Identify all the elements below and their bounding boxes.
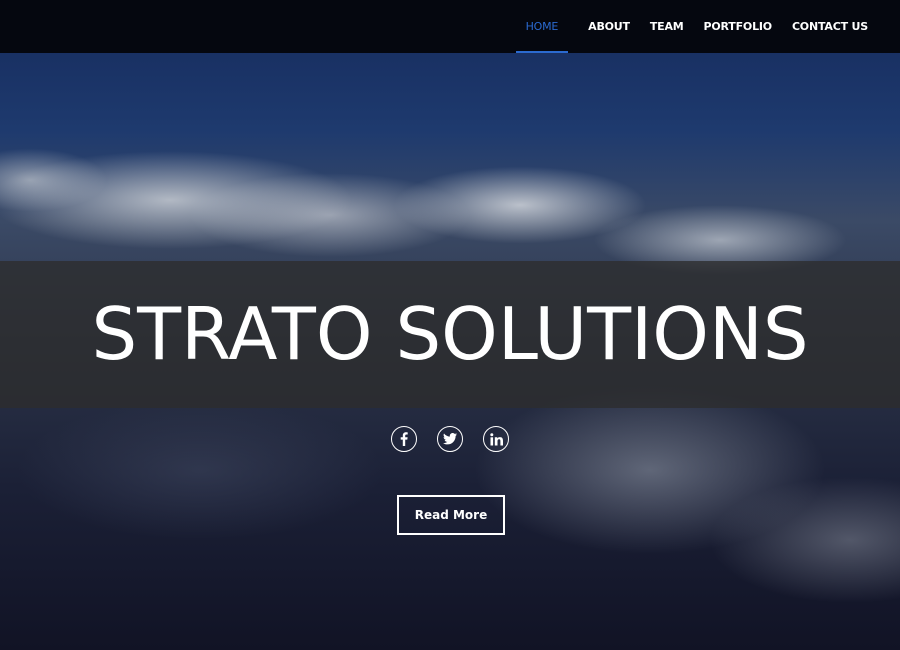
nav-menu: HOME ABOUT TEAM PORTFOLIO CONTACT US xyxy=(496,0,868,53)
nav-item-about[interactable]: ABOUT xyxy=(588,0,630,53)
page: HOME ABOUT TEAM PORTFOLIO CONTACT US STR… xyxy=(0,0,900,650)
read-more-button[interactable]: Read More xyxy=(397,495,505,535)
linkedin-icon[interactable] xyxy=(483,426,509,452)
hero-title: STRATO SOLUTIONS xyxy=(91,292,809,376)
nav-item-contact-us[interactable]: CONTACT US xyxy=(792,0,868,53)
nav-item-home[interactable]: HOME xyxy=(515,0,569,53)
twitter-icon[interactable] xyxy=(437,426,463,452)
nav-item-team[interactable]: TEAM xyxy=(650,0,684,53)
top-navbar: HOME ABOUT TEAM PORTFOLIO CONTACT US xyxy=(0,0,900,53)
social-links xyxy=(0,426,900,452)
facebook-icon[interactable] xyxy=(391,426,417,452)
nav-item-portfolio[interactable]: PORTFOLIO xyxy=(704,0,773,53)
